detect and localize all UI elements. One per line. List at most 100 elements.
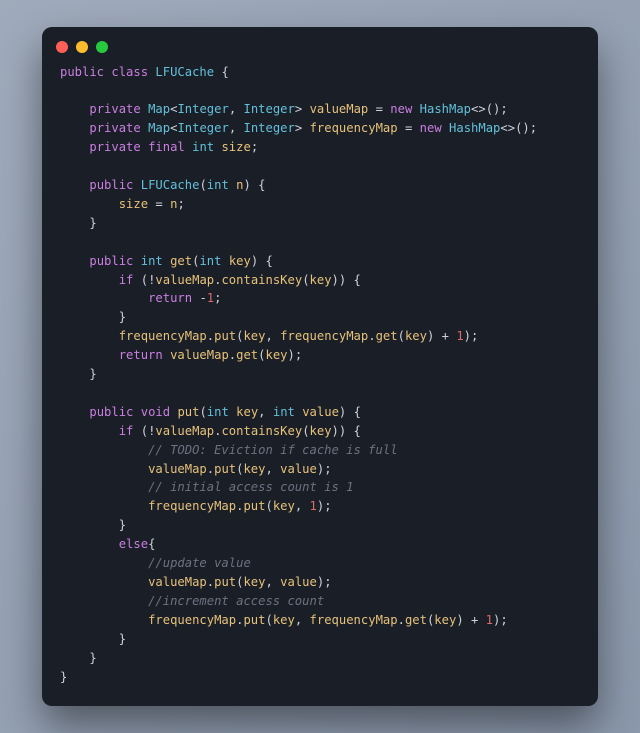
code-token-type: HashMap bbox=[420, 102, 471, 116]
code-token-kw: public bbox=[89, 178, 133, 192]
code-token-name: key bbox=[236, 405, 258, 419]
code-token-name: put bbox=[243, 613, 265, 627]
code-token-pun: , bbox=[295, 499, 310, 513]
code-token-pun: ( bbox=[199, 405, 206, 419]
code-token-name: put bbox=[243, 499, 265, 513]
code-token-pun: > bbox=[295, 121, 310, 135]
stage: public class LFUCache { private Map<Inte… bbox=[0, 0, 640, 733]
code-token-cmt: // initial access count is 1 bbox=[148, 480, 353, 494]
code-token-name: key bbox=[243, 575, 265, 589]
code-token-name: frequencyMap bbox=[119, 329, 207, 343]
code-token-name: valueMap bbox=[148, 462, 207, 476]
code-token-type: LFUCache bbox=[141, 178, 200, 192]
code-token-type: int bbox=[192, 140, 214, 154]
code-token-name: valueMap bbox=[155, 424, 214, 438]
code-token-pun: . bbox=[368, 329, 375, 343]
code-token-type: Integer bbox=[177, 102, 228, 116]
code-token-pun: ) { bbox=[251, 254, 273, 268]
code-token-name: frequencyMap bbox=[280, 329, 368, 343]
code-token-kw: public bbox=[89, 254, 133, 268]
code-token-pun: , bbox=[295, 613, 310, 627]
code-token-num: 1 bbox=[310, 499, 317, 513]
code-token-pun: { bbox=[221, 65, 228, 79]
code-token-pun: ) + bbox=[427, 329, 456, 343]
close-icon[interactable] bbox=[56, 41, 68, 53]
code-token-name: frequencyMap bbox=[148, 499, 236, 513]
code-token-name: put bbox=[214, 575, 236, 589]
code-token-pun: ); bbox=[288, 348, 303, 362]
code-token-kw: final bbox=[148, 140, 185, 154]
code-token-cmt: //increment access count bbox=[148, 594, 324, 608]
code-token-pun: ( bbox=[265, 613, 272, 627]
code-token-pun: ) { bbox=[243, 178, 265, 192]
code-token-kw: private bbox=[89, 121, 140, 135]
code-token-pun: ( bbox=[302, 424, 309, 438]
code-token-name: value bbox=[302, 405, 339, 419]
zoom-icon[interactable] bbox=[96, 41, 108, 53]
code-token-pun: > bbox=[295, 102, 310, 116]
code-token-name: key bbox=[405, 329, 427, 343]
code-token-pun: { bbox=[148, 537, 155, 551]
code-token-kw: public bbox=[89, 405, 133, 419]
code-token-pun: . bbox=[398, 613, 405, 627]
code-token-pun: , bbox=[265, 329, 280, 343]
code-token-cmt: // TODO: Eviction if cache is full bbox=[148, 443, 397, 457]
code-token-pun: } bbox=[60, 670, 67, 684]
code-token-type: LFUCache bbox=[155, 65, 214, 79]
code-token-pun: } bbox=[89, 367, 96, 381]
code-token-pun: (! bbox=[141, 273, 156, 287]
code-token-name: put bbox=[214, 462, 236, 476]
code-token-name: key bbox=[310, 424, 332, 438]
code-token-kw: return bbox=[148, 291, 192, 305]
code-token-pun: ( bbox=[398, 329, 405, 343]
code-token-pun: = bbox=[155, 197, 170, 211]
code-token-pun: ); bbox=[493, 613, 508, 627]
code-token-type: Integer bbox=[244, 121, 295, 135]
code-token-type: int bbox=[207, 405, 229, 419]
code-token-type: int bbox=[207, 178, 229, 192]
code-token-name: key bbox=[243, 462, 265, 476]
code-token-type: int bbox=[199, 254, 221, 268]
code-token-name: get bbox=[376, 329, 398, 343]
code-token-pun: <>(); bbox=[500, 121, 537, 135]
code-token-pun: )) { bbox=[332, 273, 361, 287]
code-token-name: key bbox=[273, 499, 295, 513]
code-token-pun: ) { bbox=[339, 405, 361, 419]
code-token-name: valueMap bbox=[310, 102, 369, 116]
code-token-name: put bbox=[214, 329, 236, 343]
code-token-name: key bbox=[265, 348, 287, 362]
code-block: public class LFUCache { private Map<Inte… bbox=[42, 59, 598, 693]
code-token-type: Integer bbox=[244, 102, 295, 116]
code-token-pun: ); bbox=[464, 329, 479, 343]
code-token-pun: ) + bbox=[456, 613, 485, 627]
code-token-pun: } bbox=[119, 518, 126, 532]
code-token-pun: <>(); bbox=[471, 102, 508, 116]
code-token-kw: class bbox=[111, 65, 148, 79]
code-token-pun: , bbox=[265, 575, 280, 589]
code-token-kw: new bbox=[420, 121, 442, 135]
code-token-type: Integer bbox=[177, 121, 228, 135]
code-token-kw: return bbox=[119, 348, 163, 362]
code-token-name: key bbox=[434, 613, 456, 627]
code-token-pun: ); bbox=[317, 499, 332, 513]
code-token-name: valueMap bbox=[148, 575, 207, 589]
code-token-pun: ( bbox=[265, 499, 272, 513]
code-token-kw: new bbox=[390, 102, 412, 116]
code-token-pun: ; bbox=[214, 291, 221, 305]
code-token-name: frequencyMap bbox=[310, 121, 398, 135]
code-token-cmt: //update value bbox=[148, 556, 251, 570]
code-token-kw: private bbox=[89, 102, 140, 116]
code-token-pun: } bbox=[89, 216, 96, 230]
code-token-pun: ); bbox=[317, 575, 332, 589]
code-token-pun: = bbox=[405, 121, 420, 135]
code-token-name: value bbox=[280, 462, 317, 476]
code-window: public class LFUCache { private Map<Inte… bbox=[42, 27, 598, 707]
minimize-icon[interactable] bbox=[76, 41, 88, 53]
code-token-pun: , bbox=[258, 405, 273, 419]
code-token-pun: , bbox=[229, 121, 244, 135]
code-token-type: HashMap bbox=[449, 121, 500, 135]
code-token-pun: ( bbox=[302, 273, 309, 287]
code-token-kw: else bbox=[119, 537, 148, 551]
code-token-type: Map bbox=[148, 102, 170, 116]
code-token-pun: - bbox=[199, 291, 206, 305]
